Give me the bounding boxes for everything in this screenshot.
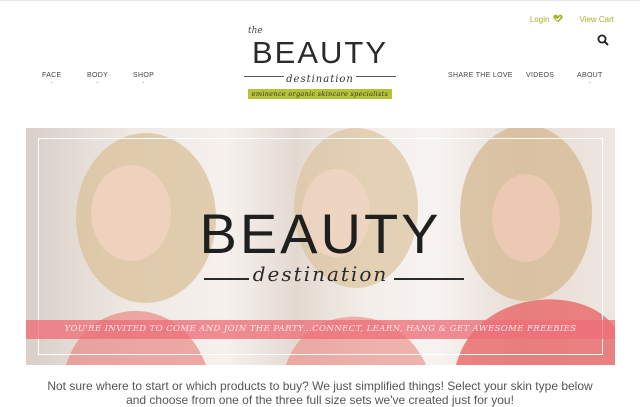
chevron-down-icon: ⌄	[141, 79, 146, 85]
login-link[interactable]: Login	[530, 15, 550, 24]
logo-tagline: eminence organic skincare specialists	[247, 89, 393, 99]
nav-shop[interactable]: SHOP ⌄	[133, 72, 154, 85]
nav-body-label: BODY	[87, 72, 109, 79]
nav-videos-label: VIDEOS	[526, 72, 555, 79]
chevron-down-icon: ⌄	[95, 79, 100, 85]
hero-rule-right	[394, 278, 464, 280]
hero-banner[interactable]: BEAUTY destination YOU'RE INVITED TO COM…	[26, 128, 615, 365]
nav-videos[interactable]: VIDEOS	[526, 72, 554, 79]
logo-script-row: destination	[230, 69, 410, 85]
nav-shop-label: SHOP	[133, 72, 155, 79]
chevron-down-icon: ⌄	[49, 79, 54, 85]
hero-invite-text: YOU'RE INVITED TO COME AND JOIN THE PART…	[64, 324, 577, 334]
nav-about[interactable]: ABOUT ⌄	[577, 72, 603, 85]
view-cart-link[interactable]: View Cart	[579, 15, 614, 24]
logo-script: destination	[286, 74, 354, 85]
logo-rule-left	[244, 76, 284, 77]
nav-face[interactable]: FACE ⌄	[42, 72, 61, 85]
chevron-down-icon: ⌄	[587, 79, 593, 85]
nav-face-label: FACE	[42, 72, 62, 79]
intro-text: Not sure where to start or which product…	[0, 379, 640, 407]
heart-check-icon[interactable]	[553, 14, 564, 25]
utility-links: Login View Cart	[530, 14, 614, 25]
logo-the: the	[248, 26, 263, 36]
nav-share-the-love[interactable]: SHARE THE LOVE	[448, 72, 513, 79]
intro-line-2: and choose from one of the three full si…	[126, 393, 514, 407]
top-border	[0, 0, 640, 1]
site-logo[interactable]: the BEAUTY destination eminence organic …	[230, 26, 410, 101]
nav-about-label: ABOUT	[577, 72, 603, 79]
logo-rule-right	[356, 76, 396, 77]
search-icon[interactable]	[597, 33, 609, 46]
nav-body[interactable]: BODY ⌄	[87, 72, 108, 85]
nav-share-label: SHARE THE LOVE	[448, 72, 513, 79]
hero-script: destination	[252, 262, 389, 286]
hero-title: BEAUTY	[199, 202, 442, 265]
logo-title: BEAUTY	[251, 35, 389, 70]
intro-line-1: Not sure where to start or which product…	[47, 379, 593, 393]
